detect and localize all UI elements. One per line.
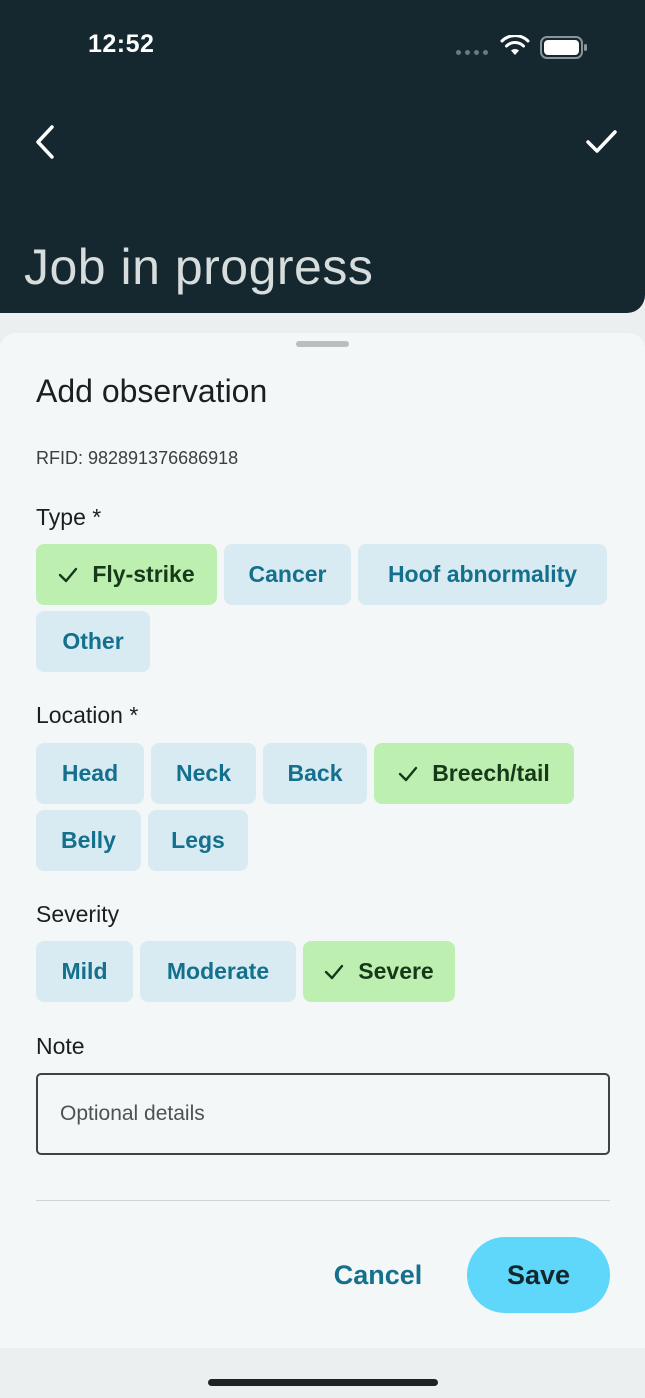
wifi-icon: [500, 35, 530, 55]
location-label: Location *: [36, 702, 139, 728]
type-label: Type *: [36, 504, 102, 530]
chip-location-legs[interactable]: Legs: [148, 810, 248, 871]
back-button[interactable]: [28, 122, 64, 162]
battery-icon: [540, 36, 587, 59]
chip-label: Neck: [176, 760, 231, 786]
chip-label: Moderate: [166, 958, 270, 984]
chip-label: Head: [61, 760, 119, 786]
sheet-title: Add observation: [36, 373, 268, 409]
chip-label: Legs: [171, 827, 225, 853]
checkmark-icon: [586, 130, 617, 153]
checkmark-icon: [325, 964, 344, 979]
chip-label: Fly-strike: [92, 561, 195, 587]
divider: [36, 1200, 610, 1201]
chip-location-head[interactable]: Head: [36, 743, 144, 804]
status-time: 12:52: [88, 30, 155, 58]
chip-label: Hoof abnormality: [387, 561, 578, 587]
chip-type-cancer[interactable]: Cancer: [224, 544, 351, 605]
add-observation-sheet: Add observation RFID: 982891376686918 Ty…: [0, 333, 645, 1348]
chip-location-breech-tail[interactable]: Breech/tail: [374, 743, 574, 804]
severity-label: Severity: [36, 901, 120, 927]
page-title: Job in progress: [24, 239, 374, 295]
chevron-left-icon: [36, 125, 54, 159]
confirm-button[interactable]: [582, 124, 620, 160]
save-button[interactable]: Save: [467, 1237, 610, 1313]
home-indicator: [208, 1379, 438, 1386]
note-label: Note: [36, 1033, 85, 1059]
chip-severity-mild[interactable]: Mild: [36, 941, 133, 1002]
sheet-drag-handle[interactable]: [296, 341, 349, 347]
chip-location-back[interactable]: Back: [263, 743, 367, 804]
chip-type-other[interactable]: Other: [36, 611, 150, 672]
app-header: 12:52 Job in progress: [0, 0, 645, 313]
chip-location-belly[interactable]: Belly: [36, 810, 141, 871]
cancel-button[interactable]: Cancel: [318, 1237, 438, 1313]
chip-label: Belly: [61, 827, 116, 853]
chip-label: Cancer: [248, 561, 327, 587]
rfid-text: RFID: 982891376686918: [36, 448, 239, 468]
chip-severity-severe[interactable]: Severe: [303, 941, 455, 1002]
chip-label: Other: [62, 628, 124, 654]
chip-label: Severe: [358, 958, 434, 984]
chip-type-hoof-abnormality[interactable]: Hoof abnormality: [358, 544, 607, 605]
cellular-signal-icon: [456, 50, 488, 55]
chip-label: Breech/tail: [432, 760, 550, 786]
chip-label: Back: [287, 760, 343, 786]
note-input[interactable]: [36, 1073, 610, 1155]
chip-location-neck[interactable]: Neck: [151, 743, 256, 804]
checkmark-icon: [398, 766, 418, 781]
chip-severity-moderate[interactable]: Moderate: [140, 941, 296, 1002]
chip-type-fly-strike[interactable]: Fly-strike: [36, 544, 217, 605]
checkmark-icon: [59, 567, 78, 582]
chip-label: Mild: [61, 958, 108, 984]
